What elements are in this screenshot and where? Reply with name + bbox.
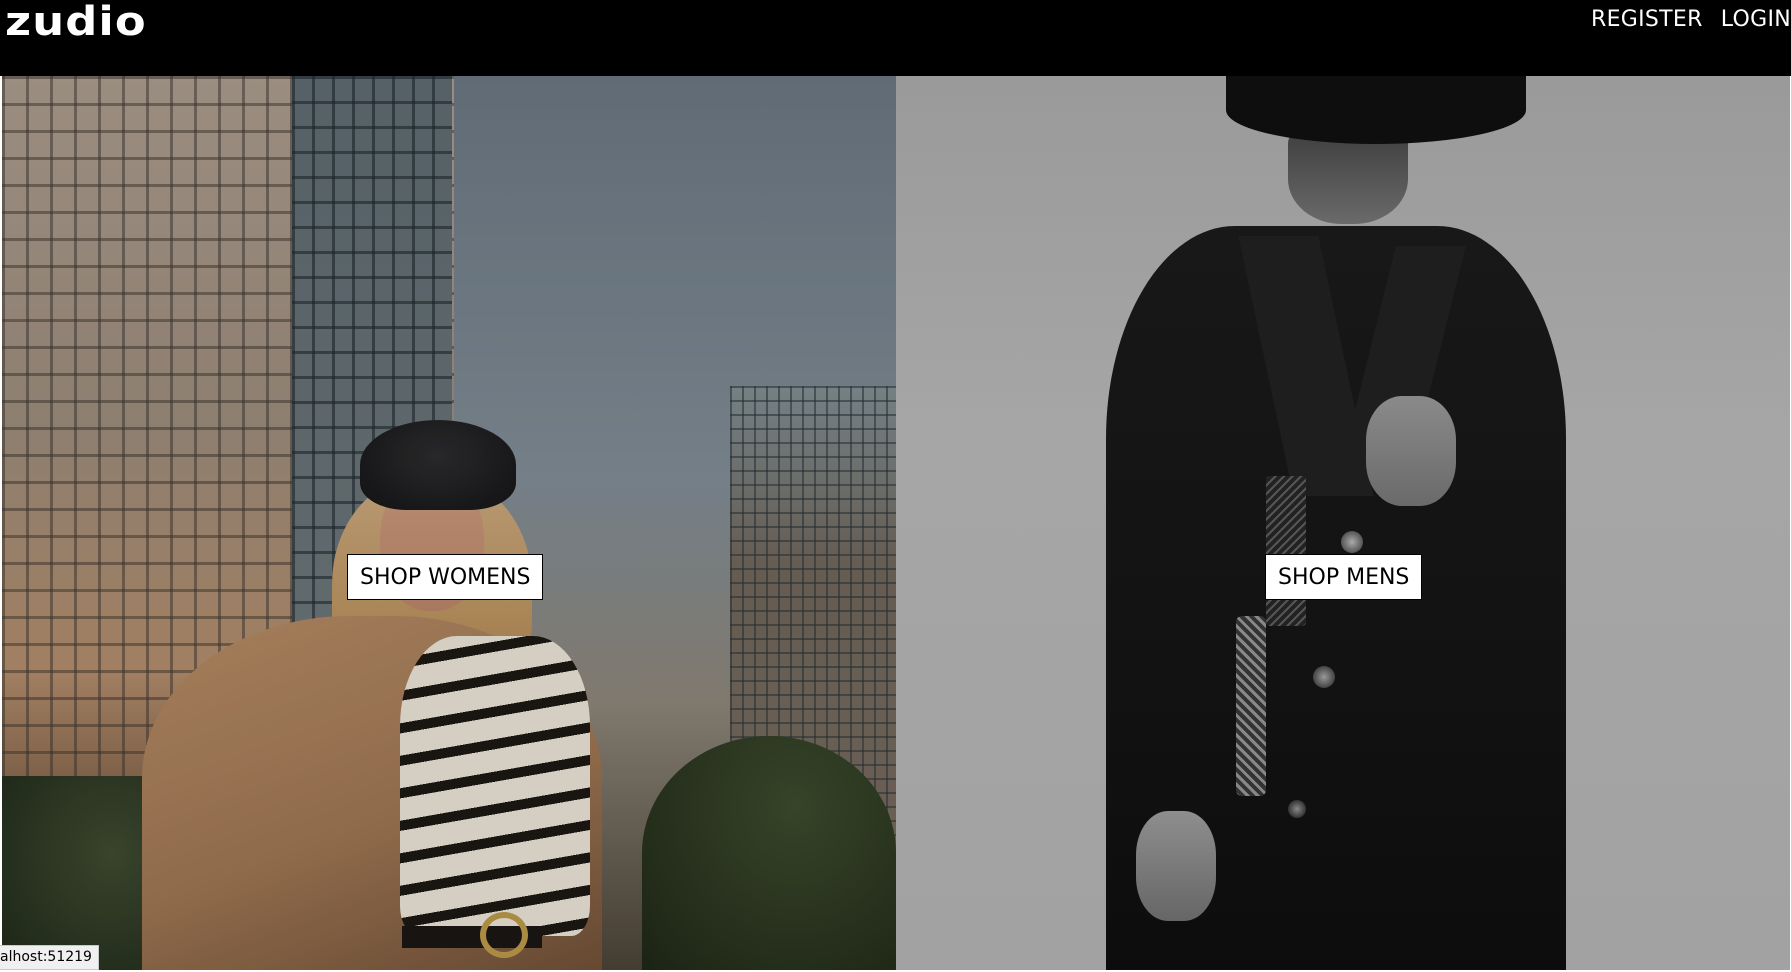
- login-link[interactable]: LOGIN: [1721, 4, 1791, 36]
- mens-hero-image[interactable]: SHOP MENS: [896, 76, 1790, 970]
- womens-hero-image[interactable]: SHOP WOMENS: [2, 76, 896, 970]
- brand-logo[interactable]: zudio: [5, 0, 147, 44]
- model-hand-lower: [1136, 811, 1216, 921]
- coat-button: [1313, 666, 1335, 688]
- model-hand: [1366, 396, 1456, 506]
- coat-patch-upper: [1266, 476, 1306, 626]
- coat-button: [1341, 531, 1363, 553]
- model-hat: [1226, 76, 1526, 144]
- register-link[interactable]: REGISTER: [1591, 4, 1703, 36]
- coat-patch: [1236, 616, 1266, 796]
- shop-womens-button[interactable]: SHOP WOMENS: [347, 554, 544, 600]
- coat-button: [1288, 800, 1306, 818]
- shop-mens-button[interactable]: SHOP MENS: [1265, 554, 1423, 600]
- browser-status-bar: alhost:51219: [0, 945, 99, 970]
- image-overlay: [2, 76, 896, 970]
- nav-links: REGISTER LOGIN: [1591, 4, 1791, 36]
- top-navbar: zudio REGISTER LOGIN: [0, 0, 1791, 76]
- hero-panels: SHOP WOMENS SHOP MENS: [2, 76, 1790, 970]
